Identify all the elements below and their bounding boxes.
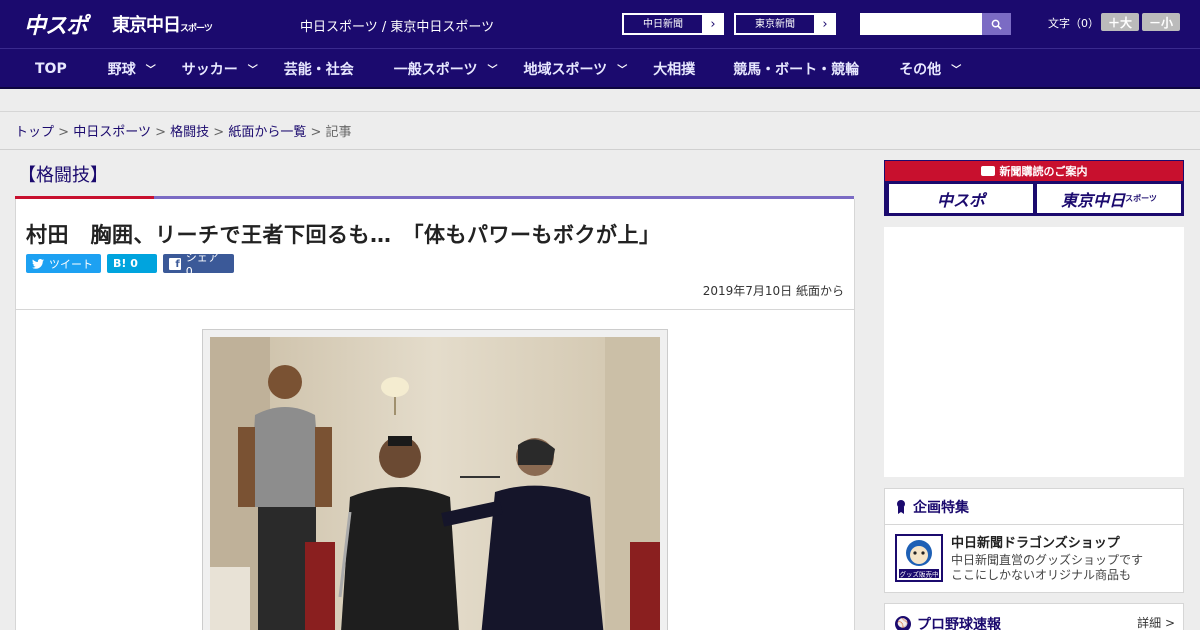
feature-title[interactable]: 中日新聞ドラゴンズショップ xyxy=(951,532,1120,551)
facebook-share-label: シェア 0 xyxy=(185,251,219,278)
chevron-down-icon: ﹀ xyxy=(145,65,156,76)
chunichi-shimbun-label: 中日新聞 xyxy=(623,14,703,34)
article-title: 村田 胸囲、リーチで王者下回るも… 「体もパワーもボクが上」 xyxy=(26,223,661,247)
tokyo-shimbun-label: 東京新聞 xyxy=(735,14,815,34)
baseball-details-link[interactable]: 詳細 > xyxy=(1137,614,1175,630)
nav-item-entertainment[interactable]: 芸能・社会 xyxy=(284,49,354,88)
feature-description: 中日新聞直営のグッズショップです ここにしかないオリジナル商品も xyxy=(951,553,1143,583)
breadcrumb-link-print-list[interactable]: 紙面から一覧 xyxy=(228,125,306,140)
sidebar-ad xyxy=(884,227,1184,477)
photo-illustration xyxy=(210,337,660,630)
search-button[interactable] xyxy=(982,13,1011,35)
facebook-icon: f xyxy=(169,257,181,270)
chuspo-logo[interactable]: 中スポ xyxy=(24,8,88,40)
article-photo[interactable] xyxy=(210,337,660,630)
nav-label: 一般スポーツ xyxy=(393,61,478,78)
breadcrumb-separator: > xyxy=(213,125,225,140)
share-buttons: ツイート B! 0 f シェア 0 xyxy=(26,251,234,278)
breadcrumb: トップ > 中日スポーツ > 格闘技 > 紙面から一覧 > 記事 xyxy=(15,121,352,140)
chevron-down-icon: ﹀ xyxy=(247,65,258,76)
main-nav: TOP 野球 ﹀ サッカー ﹀ 芸能・社会 一般スポーツ ﹀ 地域スポーツ ﹀ 大相撲 … xyxy=(0,48,1200,89)
feature-desc-line: ここにしかないオリジナル商品も xyxy=(951,568,1132,582)
promo-tokyo-chunichi-button[interactable]: 東京中日 スポーツ xyxy=(1037,184,1181,213)
nav-label: その他 xyxy=(899,61,942,78)
breadcrumb-separator: > xyxy=(310,125,322,140)
font-smaller-button[interactable]: －小 xyxy=(1142,13,1180,31)
nav-item-soccer[interactable]: サッカー ﹀ xyxy=(182,49,258,88)
nav-item-top[interactable]: TOP xyxy=(35,49,67,88)
font-size-label: 文字（0） xyxy=(1048,17,1099,30)
feature-box: 企画特集 グッズ販売中 中日新聞ドラゴンズショップ 中日新聞直営のグッズショップ… xyxy=(884,488,1184,593)
promo-header: 新聞購読のご案内 xyxy=(885,161,1183,181)
tweet-button[interactable]: ツイート xyxy=(26,254,101,273)
twitter-icon xyxy=(32,258,44,269)
article-date: 2019年7月10日 紙面から xyxy=(702,284,844,298)
search-input[interactable] xyxy=(860,13,982,35)
category-heading: 【格闘技】 xyxy=(18,165,108,186)
baseball-icon: ⚾ xyxy=(895,616,911,630)
breadcrumb-link-martial-arts[interactable]: 格闘技 xyxy=(170,125,209,140)
baseball-heading: ⚾ プロ野球速報 xyxy=(895,614,1001,630)
nav-item-general-sports[interactable]: 一般スポーツ ﹀ xyxy=(394,49,498,88)
promo-tokyo-chunichi-text: 東京中日 xyxy=(1061,190,1126,210)
site-tagline: 中日スポーツ / 東京中日スポーツ xyxy=(300,20,495,35)
baseball-scores-box: ⚾ プロ野球速報 詳細 > xyxy=(884,603,1184,630)
baseball-heading-label: プロ野球速報 xyxy=(917,617,1001,630)
nav-label: 地域スポーツ xyxy=(523,61,608,78)
promo-header-label: 新聞購読のご案内 xyxy=(999,165,1088,178)
tokyo-chunichi-logo[interactable]: 東京中日スポーツ xyxy=(112,11,213,37)
nav-item-baseball[interactable]: 野球 ﹀ xyxy=(108,49,156,88)
breadcrumb-current: 記事 xyxy=(325,125,352,140)
chunichi-shimbun-link[interactable]: 中日新聞 › xyxy=(622,13,724,35)
breadcrumb-divider xyxy=(0,149,1200,150)
chevron-down-icon: ﹀ xyxy=(951,65,962,76)
nav-label: サッカー xyxy=(181,61,238,78)
nav-item-regional-sports[interactable]: 地域スポーツ ﹀ xyxy=(523,49,627,88)
chevron-down-icon: ﹀ xyxy=(617,65,628,76)
dragons-shop-thumbnail[interactable]: グッズ販売中 xyxy=(895,534,943,582)
hatena-button[interactable]: B! 0 xyxy=(107,254,157,273)
ad-strip xyxy=(0,90,1200,112)
nav-item-racing[interactable]: 競馬・ボート・競輪 xyxy=(733,49,859,88)
feature-heading: 企画特集 xyxy=(885,489,1183,525)
promo-tokyo-chunichi-small: スポーツ xyxy=(1125,194,1157,203)
thumbnail-caption: グッズ販売中 xyxy=(900,570,939,579)
subscription-promo: 新聞購読のご案内 中スポ 東京中日 スポーツ xyxy=(884,160,1184,216)
nav-label: 野球 xyxy=(107,61,136,78)
article-container: 村田 胸囲、リーチで王者下回るも… 「体もパワーもボクが上」 ツイート B! 0… xyxy=(15,199,855,630)
promo-chuspo-button[interactable]: 中スポ xyxy=(889,184,1033,213)
article-header-divider xyxy=(16,309,854,310)
breadcrumb-link-chunichi-sports[interactable]: 中日スポーツ xyxy=(73,125,151,140)
nav-item-sumo[interactable]: 大相撲 xyxy=(653,49,695,88)
newspaper-icon xyxy=(980,166,995,176)
mascot-icon: グッズ販売中 xyxy=(899,540,939,579)
nav-item-other[interactable]: その他 ﹀ xyxy=(899,49,961,88)
nav-label: TOP xyxy=(35,60,67,77)
breadcrumb-separator: > xyxy=(155,125,166,140)
article-photo-frame xyxy=(202,329,668,630)
tokyo-chunichi-logo-text: 東京中日 xyxy=(112,15,181,36)
hatena-label: B! 0 xyxy=(113,257,138,270)
breadcrumb-link-top[interactable]: トップ xyxy=(15,125,54,140)
chevron-right-icon: › xyxy=(710,16,716,32)
tokyo-chunichi-logo-small: スポーツ xyxy=(180,24,213,34)
ribbon-icon xyxy=(897,499,905,514)
chevron-right-icon: › xyxy=(822,16,828,32)
facebook-share-button[interactable]: f シェア 0 xyxy=(163,251,234,278)
nav-label: 競馬・ボート・競輪 xyxy=(733,61,860,78)
breadcrumb-separator: > xyxy=(58,125,70,140)
top-header: 中スポ 東京中日スポーツ 中日スポーツ / 東京中日スポーツ 中日新聞 › 東京… xyxy=(0,0,1200,48)
tokyo-shimbun-link[interactable]: 東京新聞 › xyxy=(734,13,836,35)
font-bigger-button[interactable]: ＋大 xyxy=(1101,13,1139,31)
search-icon xyxy=(991,19,1002,30)
feature-heading-label: 企画特集 xyxy=(913,499,969,516)
tweet-label: ツイート xyxy=(49,257,93,271)
chevron-down-icon: ﹀ xyxy=(487,65,498,76)
nav-label: 大相撲 xyxy=(653,61,696,78)
feature-desc-line: 中日新聞直営のグッズショップです xyxy=(951,553,1144,567)
nav-label: 芸能・社会 xyxy=(283,61,354,78)
